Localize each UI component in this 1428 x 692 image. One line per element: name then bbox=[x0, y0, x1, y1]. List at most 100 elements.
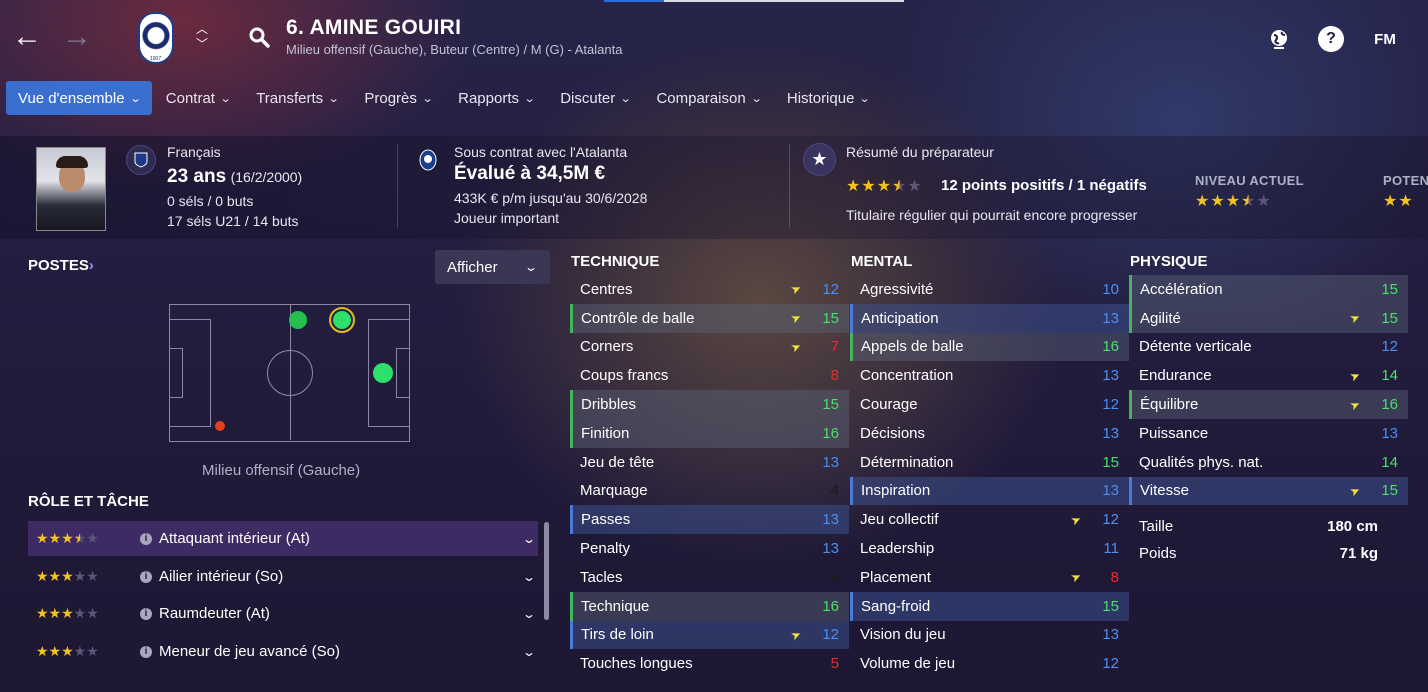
chevron-down-icon: ⌄ bbox=[523, 260, 539, 274]
info-icon[interactable]: i bbox=[140, 607, 152, 620]
role-row[interactable]: ★★★★★ i Attaquant intérieur (At) ⌄ bbox=[28, 521, 538, 556]
attribute-row[interactable]: Anticipation 13 bbox=[850, 303, 1129, 333]
attribute-row[interactable]: Inspiration 13 bbox=[850, 476, 1129, 506]
attribute-row[interactable]: Sang-froid 15 bbox=[850, 591, 1129, 621]
info-icon[interactable]: i bbox=[140, 570, 152, 583]
tab-contract[interactable]: Contrat ⌄ bbox=[154, 81, 242, 115]
back-button[interactable]: ← bbox=[12, 22, 42, 52]
info-icon[interactable]: i bbox=[140, 532, 152, 545]
search-icon[interactable] bbox=[248, 26, 270, 48]
attribute-name: Technique bbox=[581, 597, 650, 615]
position-dot[interactable] bbox=[289, 311, 307, 329]
chevron-down-icon[interactable]: ﹀ bbox=[196, 37, 208, 52]
attribute-row[interactable]: Détermination 15 bbox=[850, 448, 1129, 477]
attribute-row[interactable]: Courage 12 bbox=[850, 390, 1129, 419]
role-row[interactable]: ★★★★★ i Meneur de jeu avancé (So) ⌄ bbox=[28, 634, 538, 669]
attribute-value: 13 bbox=[822, 453, 839, 471]
attribute-row[interactable]: Concentration 13 bbox=[850, 361, 1129, 390]
attribute-value: 12 bbox=[822, 280, 839, 298]
attribute-row[interactable]: Passes 13 bbox=[570, 505, 849, 535]
attribute-row[interactable]: Corners ➤ 7 bbox=[570, 333, 849, 362]
positions-header[interactable]: POSTES› bbox=[28, 257, 94, 274]
attribute-name: Jeu de tête bbox=[580, 453, 655, 471]
attribute-row[interactable]: Détente verticale 12 bbox=[1129, 333, 1408, 362]
attribute-row[interactable]: Touches longues 5 bbox=[570, 649, 849, 678]
attribute-row[interactable]: Accélération 15 bbox=[1129, 275, 1408, 304]
attribute-value: 16 bbox=[822, 597, 839, 615]
globe-icon[interactable] bbox=[1266, 26, 1292, 52]
tab-transfers[interactable]: Transferts ⌄ bbox=[244, 81, 350, 115]
attribute-row[interactable]: Endurance ➤ 14 bbox=[1129, 361, 1408, 390]
attribute-name: Anticipation bbox=[861, 309, 939, 327]
attribute-row[interactable]: Jeu collectif ➤ 12 bbox=[850, 505, 1129, 534]
attribute-row[interactable]: Vitesse ➤ 15 bbox=[1129, 476, 1408, 506]
attribute-row[interactable]: Leadership 11 bbox=[850, 534, 1129, 563]
help-icon[interactable]: ? bbox=[1318, 26, 1344, 52]
attribute-row[interactable]: Penalty 13 bbox=[570, 534, 849, 563]
coach-report-title[interactable]: Résumé du préparateur bbox=[846, 144, 994, 160]
position-dot[interactable] bbox=[215, 421, 225, 431]
attribute-name: Accélération bbox=[1140, 280, 1223, 298]
player-value: Évalué à 34,5M € bbox=[454, 163, 606, 184]
contract-status: Sous contrat avec l'Atalanta bbox=[454, 144, 628, 160]
club-badge-icon[interactable]: ATALANTA 1907 bbox=[138, 12, 174, 64]
attribute-row[interactable]: Vision du jeu 13 bbox=[850, 621, 1129, 650]
tab-overview[interactable]: Vue d'ensemble ⌄ bbox=[6, 81, 152, 115]
tab-progress[interactable]: Progrès ⌄ bbox=[352, 81, 444, 115]
attribute-row[interactable]: Tirs de loin ➤ 12 bbox=[570, 620, 849, 650]
attribute-row[interactable]: Dribbles 15 bbox=[570, 390, 849, 419]
display-dropdown[interactable]: Afficher ⌄ bbox=[435, 250, 550, 284]
position-dot-primary[interactable] bbox=[329, 307, 355, 333]
attribute-name: Coups francs bbox=[580, 367, 669, 385]
training-arrow-icon: ➤ bbox=[1347, 482, 1363, 500]
chevron-up-icon[interactable]: ︿ bbox=[196, 22, 208, 37]
squad-status: Joueur important bbox=[454, 210, 560, 226]
attribute-row[interactable]: Agilité ➤ 15 bbox=[1129, 303, 1408, 333]
attribute-row[interactable]: Qualités phys. nat. 14 bbox=[1129, 448, 1408, 477]
position-dot[interactable] bbox=[373, 363, 393, 383]
info-icon[interactable]: i bbox=[140, 645, 152, 658]
attribute-row[interactable]: Coups francs 8 bbox=[570, 361, 849, 390]
attribute-row[interactable]: Tacles 4 bbox=[570, 563, 849, 592]
attribute-row[interactable]: Contrôle de balle ➤ 15 bbox=[570, 303, 849, 333]
chevron-down-icon[interactable]: ⌄ bbox=[522, 570, 536, 584]
chevron-down-icon[interactable]: ⌄ bbox=[522, 645, 536, 659]
tab-reports[interactable]: Rapports ⌄ bbox=[446, 81, 546, 115]
attribute-row[interactable]: Volume de jeu 12 bbox=[850, 649, 1129, 678]
nationality[interactable]: Français bbox=[167, 144, 221, 160]
chevron-down-icon[interactable]: ⌄ bbox=[522, 532, 536, 546]
attribute-row[interactable]: Centres ➤ 12 bbox=[570, 275, 849, 304]
attribute-row[interactable]: Équilibre ➤ 16 bbox=[1129, 390, 1408, 419]
chevron-down-icon[interactable]: ⌄ bbox=[522, 607, 536, 621]
tab-label: Comparaison bbox=[656, 89, 746, 107]
attribute-row[interactable]: Finition 16 bbox=[570, 418, 849, 448]
role-row[interactable]: ★★★★★ i Raumdeuter (At) ⌄ bbox=[28, 596, 538, 631]
attribute-row[interactable]: Agressivité 10 bbox=[850, 275, 1129, 304]
club-crest-icon[interactable] bbox=[413, 145, 443, 175]
attribute-row[interactable]: Placement ➤ 8 bbox=[850, 563, 1129, 592]
tab-discuss[interactable]: Discuter ⌄ bbox=[548, 81, 642, 115]
attribute-row[interactable]: Décisions 13 bbox=[850, 419, 1129, 448]
player-photo[interactable] bbox=[36, 147, 106, 231]
forward-button[interactable]: → bbox=[62, 22, 92, 52]
attribute-name: Agilité bbox=[1140, 309, 1181, 327]
chevron-down-icon: ⌄ bbox=[523, 92, 536, 105]
weight-value: 71 kg bbox=[1339, 545, 1378, 563]
fm-menu-button[interactable]: FM bbox=[1370, 26, 1400, 52]
attribute-value: 13 bbox=[822, 511, 839, 529]
attribute-row[interactable]: Jeu de tête 13 bbox=[570, 448, 849, 477]
attribute-row[interactable]: Technique 16 bbox=[570, 591, 849, 621]
star-icon: ★ bbox=[803, 143, 836, 176]
role-row[interactable]: ★★★★★ i Ailier intérieur (So) ⌄ bbox=[28, 559, 538, 594]
roles-scrollbar[interactable] bbox=[544, 522, 549, 620]
attribute-name: Marquage bbox=[580, 482, 648, 500]
nation-flag-icon[interactable] bbox=[126, 145, 156, 175]
tab-comparison[interactable]: Comparaison ⌄ bbox=[644, 81, 772, 115]
attribute-name: Tacles bbox=[580, 568, 623, 586]
attribute-row[interactable]: Appels de balle 16 bbox=[850, 332, 1129, 362]
attribute-value: 12 bbox=[822, 626, 839, 644]
tab-history[interactable]: Historique ⌄ bbox=[775, 81, 882, 115]
attribute-row[interactable]: Marquage 4 bbox=[570, 477, 849, 506]
player-switcher[interactable]: ︿ ﹀ bbox=[196, 22, 208, 52]
attribute-row[interactable]: Puissance 13 bbox=[1129, 419, 1408, 448]
